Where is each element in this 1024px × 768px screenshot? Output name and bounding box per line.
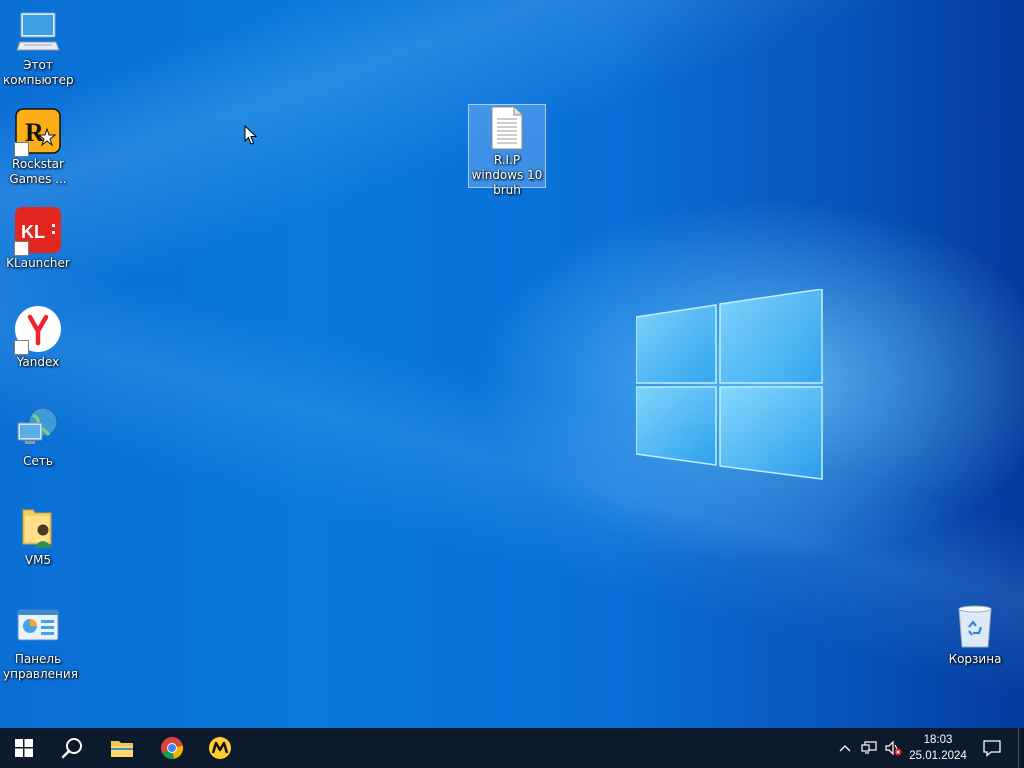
chevron-up-icon — [839, 745, 851, 752]
klauncher-icon: KL — [14, 206, 62, 256]
shortcut-arrow-icon — [14, 142, 29, 157]
taskbar: 18:03 25.01.2024 — [0, 728, 1024, 768]
yandex-market-button[interactable] — [196, 728, 244, 768]
control-panel-icon — [14, 602, 62, 650]
icon-label: Yandex — [16, 355, 60, 369]
user-folder-icon — [14, 503, 62, 551]
desktop-icon-yandex[interactable]: Yandex — [0, 305, 76, 370]
desktop-icon-rip-windows-file[interactable]: R.I.P windows 10 bruh — [468, 104, 546, 197]
windows-logo-wallpaper — [636, 289, 823, 480]
search-button[interactable] — [48, 728, 96, 768]
notification-icon — [983, 740, 1001, 757]
folder-icon — [111, 741, 133, 757]
file-explorer-button[interactable] — [98, 728, 146, 768]
icon-label: Сеть — [23, 454, 53, 468]
chrome-icon — [161, 736, 184, 759]
icon-label: Корзина — [948, 652, 1002, 666]
show-desktop-button[interactable] — [1018, 728, 1024, 768]
shortcut-arrow-icon — [14, 241, 29, 256]
desktop-icon-this-pc[interactable]: Этот компьютер — [0, 8, 76, 88]
volume-muted-icon — [885, 740, 902, 756]
network-status-icon — [861, 741, 877, 754]
chrome-button[interactable] — [148, 728, 196, 768]
network-icon — [14, 404, 62, 452]
text-document-icon — [483, 105, 531, 151]
yandex-market-icon — [209, 737, 231, 759]
show-hidden-icons-button[interactable] — [834, 728, 856, 768]
mouse-cursor-icon — [244, 125, 258, 145]
network-tray-button[interactable] — [858, 728, 880, 768]
recycle-bin-icon — [951, 602, 999, 650]
desktop-icon-recycle-bin[interactable]: Корзина — [937, 602, 1013, 667]
icon-label: VM5 — [24, 553, 52, 567]
desktop-icon-vm5[interactable]: VM5 — [0, 503, 76, 568]
icon-label: Этот компьютер — [3, 58, 74, 87]
action-center-button[interactable] — [978, 728, 1006, 768]
shortcut-arrow-icon — [14, 340, 29, 355]
icon-label: KLauncher — [6, 256, 70, 270]
desktop-icon-rockstar-games[interactable]: R Rockstar Games ... — [0, 107, 76, 187]
search-icon — [61, 738, 82, 759]
klauncher-logo-text: KL — [21, 222, 45, 242]
volume-tray-button[interactable] — [882, 728, 904, 768]
windows-start-icon — [15, 739, 33, 757]
icon-label: Панель управления — [3, 652, 78, 681]
desktop-icon-network[interactable]: Сеть — [0, 404, 76, 469]
desktop-icon-control-panel[interactable]: Панель управления — [0, 602, 78, 682]
yandex-icon — [14, 305, 62, 355]
clock-time: 18:03 — [923, 734, 953, 746]
start-button[interactable] — [0, 728, 48, 768]
icon-label: R.I.P windows 10 bruh — [471, 153, 543, 197]
clock-date: 25.01.2024 — [909, 750, 967, 762]
desktop[interactable]: Этот компьютер R Rockstar Games ... KL K… — [0, 0, 1024, 728]
icon-label: Rockstar Games ... — [9, 157, 67, 186]
taskbar-clock[interactable]: 18:03 25.01.2024 — [904, 728, 972, 768]
rockstar-icon: R — [14, 107, 62, 157]
computer-icon — [14, 8, 62, 56]
desktop-icon-klauncher[interactable]: KL KLauncher — [0, 206, 76, 271]
